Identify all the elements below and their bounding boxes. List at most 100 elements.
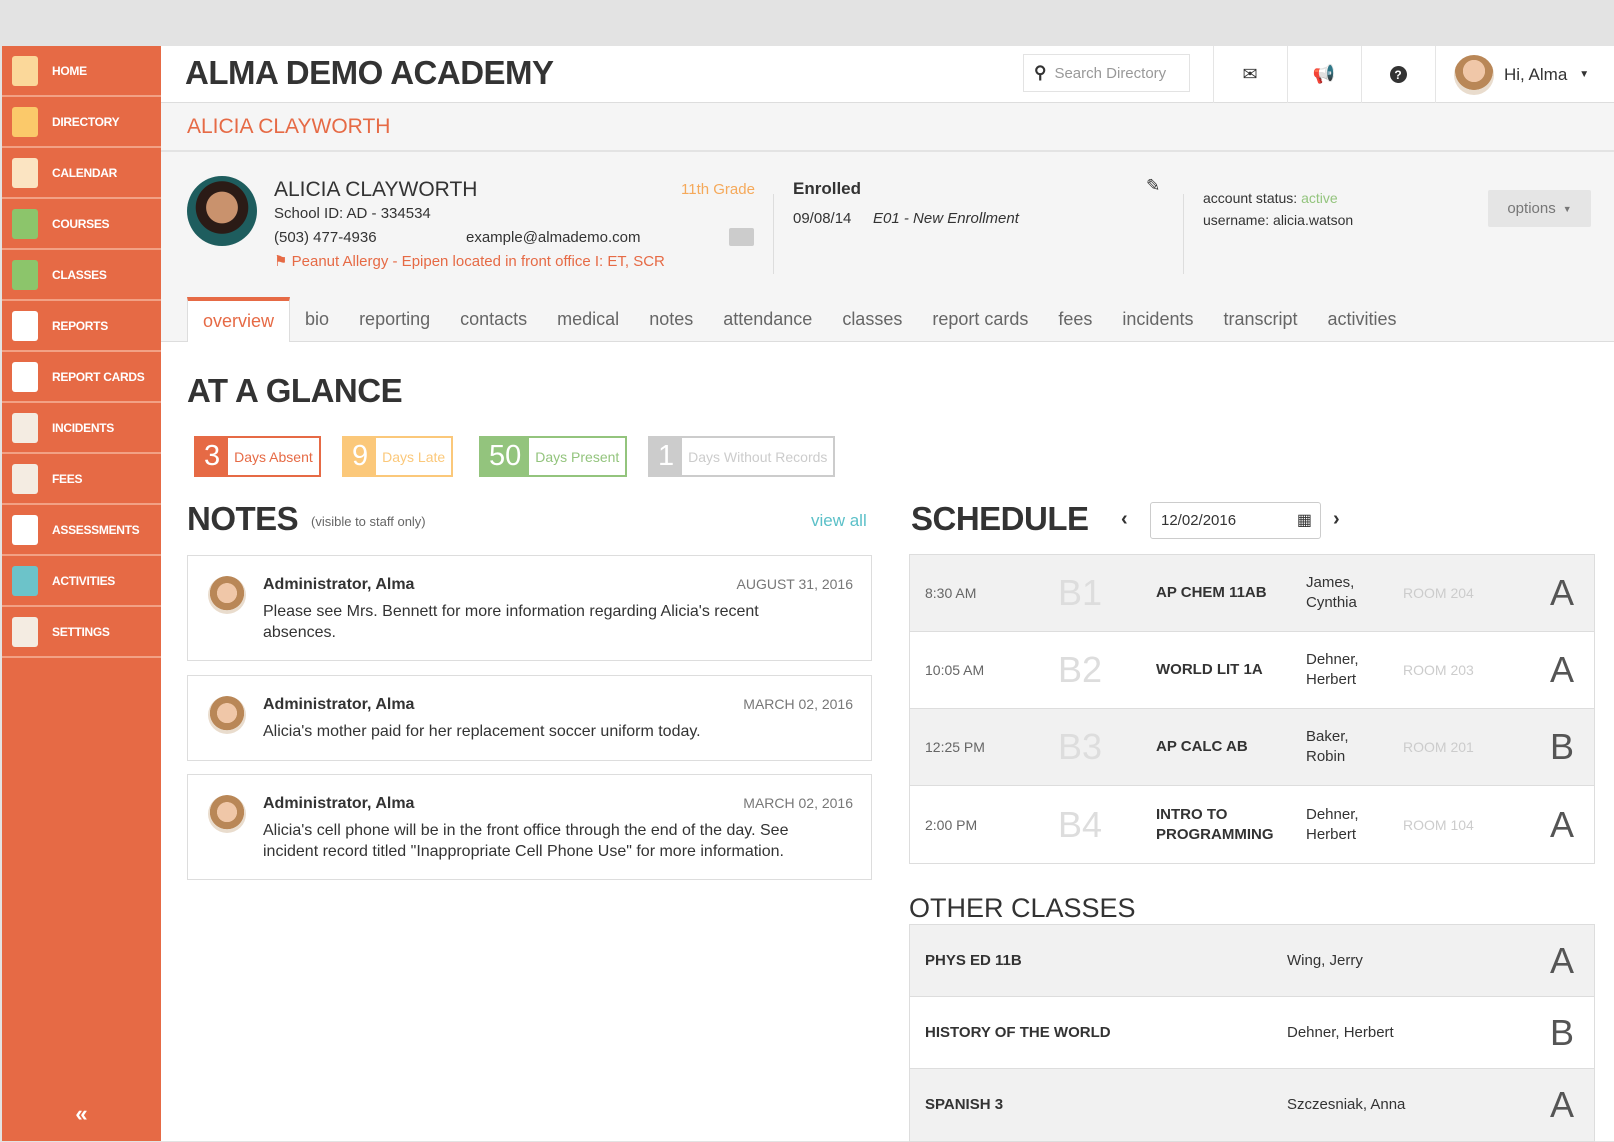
tab-incidents[interactable]: incidents xyxy=(1107,297,1208,341)
address-book-icon xyxy=(8,104,42,140)
class-block: B2 xyxy=(1058,649,1102,691)
sidebar-item-calendar[interactable]: CALENDAR xyxy=(2,148,161,199)
class-block: B4 xyxy=(1058,804,1102,846)
options-dropdown[interactable]: options▼ xyxy=(1488,190,1591,227)
edit-enrollment-icon[interactable]: ✎ xyxy=(1146,176,1160,196)
other-class-row[interactable]: HISTORY OF THE WORLDDehner, HerbertB xyxy=(910,997,1594,1069)
class-grade: A xyxy=(1550,804,1574,846)
class-room: ROOM 203 xyxy=(1403,662,1474,678)
stat-label: Days Late xyxy=(376,438,451,475)
sidebar-item-home[interactable]: HOME xyxy=(2,46,161,97)
sidebar-item-label: REPORTS xyxy=(52,319,108,333)
sidebar-item-courses[interactable]: COURSES xyxy=(2,199,161,250)
tab-attendance[interactable]: attendance xyxy=(708,297,827,341)
breadcrumb: ALICIA CLAYWORTH xyxy=(161,103,1614,152)
report-chart-icon xyxy=(8,308,42,344)
medical-alert: ⚑ Peanut Allergy - Epipen located in fro… xyxy=(274,252,665,270)
mail-button[interactable]: ✉ xyxy=(1213,46,1286,103)
stat-badge[interactable]: 1Days Without Records xyxy=(648,436,835,477)
sidebar-item-report-cards[interactable]: REPORT CARDS xyxy=(2,352,161,403)
schedule-row[interactable]: 12:25 PMB3AP CALC ABBaker, RobinROOM 201… xyxy=(910,709,1594,786)
tab-overview[interactable]: overview xyxy=(187,297,290,342)
sidebar-item-settings[interactable]: SETTINGS xyxy=(2,607,161,658)
help-button[interactable]: ? xyxy=(1361,46,1434,103)
tab-notes[interactable]: notes xyxy=(634,297,708,341)
class-course: PHYS ED 11B xyxy=(925,951,1225,971)
class-block: B3 xyxy=(1058,726,1102,768)
sidebar-item-activities[interactable]: ACTIVITIES xyxy=(2,556,161,607)
tab-transcript[interactable]: transcript xyxy=(1208,297,1312,341)
search-directory-input[interactable]: ⚲Search Directory xyxy=(1023,54,1190,92)
announcements-button[interactable]: 📢 xyxy=(1287,46,1360,103)
sidebar-item-fees[interactable]: FEES xyxy=(2,454,161,505)
stat-badge[interactable]: 50Days Present xyxy=(479,436,627,477)
warning-icon xyxy=(8,410,42,446)
sidebar-item-label: ASSESSMENTS xyxy=(52,523,139,537)
sidebar-item-assessments[interactable]: ASSESSMENTS xyxy=(2,505,161,556)
user-menu[interactable]: Hi, Alma▼ xyxy=(1435,46,1614,103)
email-envelope-icon[interactable] xyxy=(729,228,754,246)
stat-badge[interactable]: 3Days Absent xyxy=(194,436,321,477)
class-time: 12:25 PM xyxy=(925,739,985,755)
author-avatar xyxy=(208,795,246,833)
view-all-notes-link[interactable]: view all xyxy=(811,511,867,531)
note-date: AUGUST 31, 2016 xyxy=(737,576,853,592)
previous-day-button[interactable]: ‹ xyxy=(1121,508,1128,531)
sidebar-item-label: REPORT CARDS xyxy=(52,370,144,384)
class-room: ROOM 104 xyxy=(1403,817,1474,833)
megaphone-icon: 📢 xyxy=(1313,64,1335,85)
tab-activities[interactable]: activities xyxy=(1313,297,1412,341)
phone: (503) 477-4936 xyxy=(274,229,377,246)
report-card-icon xyxy=(8,359,42,395)
note-date: MARCH 02, 2016 xyxy=(743,696,853,712)
tab-medical[interactable]: medical xyxy=(542,297,634,341)
calendar-icon xyxy=(8,155,42,191)
other-class-row[interactable]: PHYS ED 11BWing, JerryA xyxy=(910,925,1594,997)
class-teacher: Dehner, Herbert xyxy=(1306,805,1376,845)
class-room: ROOM 201 xyxy=(1403,739,1474,755)
schedule-table: 8:30 AMB1AP CHEM 11ABJames, CynthiaROOM … xyxy=(909,554,1595,864)
tab-fees[interactable]: fees xyxy=(1043,297,1107,341)
calendar-icon[interactable]: ▦ xyxy=(1297,510,1312,530)
tab-report-cards[interactable]: report cards xyxy=(917,297,1043,341)
enrollment-date: 09/08/14 xyxy=(793,210,851,227)
search-placeholder: Search Directory xyxy=(1054,65,1166,82)
sidebar-item-incidents[interactable]: INCIDENTS xyxy=(2,403,161,454)
next-day-button[interactable]: › xyxy=(1333,508,1340,531)
author-avatar xyxy=(208,696,246,734)
note-date: MARCH 02, 2016 xyxy=(743,795,853,811)
note-author: Administrator, Alma xyxy=(263,696,414,714)
class-course: HISTORY OF THE WORLD xyxy=(925,1023,1225,1043)
tab-reporting[interactable]: reporting xyxy=(344,297,445,341)
schedule-row[interactable]: 10:05 AMB2WORLD LIT 1ADehner, HerbertROO… xyxy=(910,632,1594,709)
tab-classes[interactable]: classes xyxy=(827,297,917,341)
divider xyxy=(1183,194,1184,274)
schedule-row[interactable]: 8:30 AMB1AP CHEM 11ABJames, CynthiaROOM … xyxy=(910,555,1594,632)
sidebar-item-label: HOME xyxy=(52,64,87,78)
sidebar-item-reports[interactable]: REPORTS xyxy=(2,301,161,352)
schedule-heading: SCHEDULE xyxy=(911,500,1089,538)
app-window: HOME DIRECTORYCALENDARCOURSESCLASSES REPOR… xyxy=(2,46,1614,1141)
stat-count: 3 xyxy=(196,438,228,475)
class-block: B1 xyxy=(1058,572,1102,614)
other-classes-table: PHYS ED 11B Wing, Jerry A HISTORY OF THE WO… xyxy=(909,924,1595,1142)
collapse-sidebar-button[interactable]: « xyxy=(2,1101,161,1127)
stat-badge[interactable]: 9Days Late xyxy=(342,436,453,477)
class-teacher: Szczesniak, Anna xyxy=(1287,1095,1405,1115)
class-grade: A xyxy=(1550,1084,1574,1126)
tab-bio[interactable]: bio xyxy=(290,297,344,341)
other-class-row[interactable]: SPANISH 3Szczesniak, AnnaA xyxy=(910,1069,1594,1141)
sidebar-item-directory[interactable]: DIRECTORY xyxy=(2,97,161,148)
class-teacher: Wing, Jerry xyxy=(1287,951,1363,971)
note-text: Please see Mrs. Bennett for more informa… xyxy=(263,601,811,643)
note-author: Administrator, Alma xyxy=(263,795,414,813)
class-time: 2:00 PM xyxy=(925,817,977,833)
note-text: Alicia's mother paid for her replacement… xyxy=(263,721,811,742)
tab-contacts[interactable]: contacts xyxy=(445,297,542,341)
schedule-row[interactable]: 2:00 PMB4INTRO TO PROGRAMMINGDehner, Her… xyxy=(910,786,1594,863)
notes-subtitle: (visible to staff only) xyxy=(311,514,426,529)
caret-down-icon: ▼ xyxy=(1563,204,1572,214)
schedule-date-input[interactable]: 12/02/2016▦ xyxy=(1150,502,1321,539)
dollar-icon xyxy=(8,461,42,497)
sidebar-item-classes[interactable]: CLASSES xyxy=(2,250,161,301)
